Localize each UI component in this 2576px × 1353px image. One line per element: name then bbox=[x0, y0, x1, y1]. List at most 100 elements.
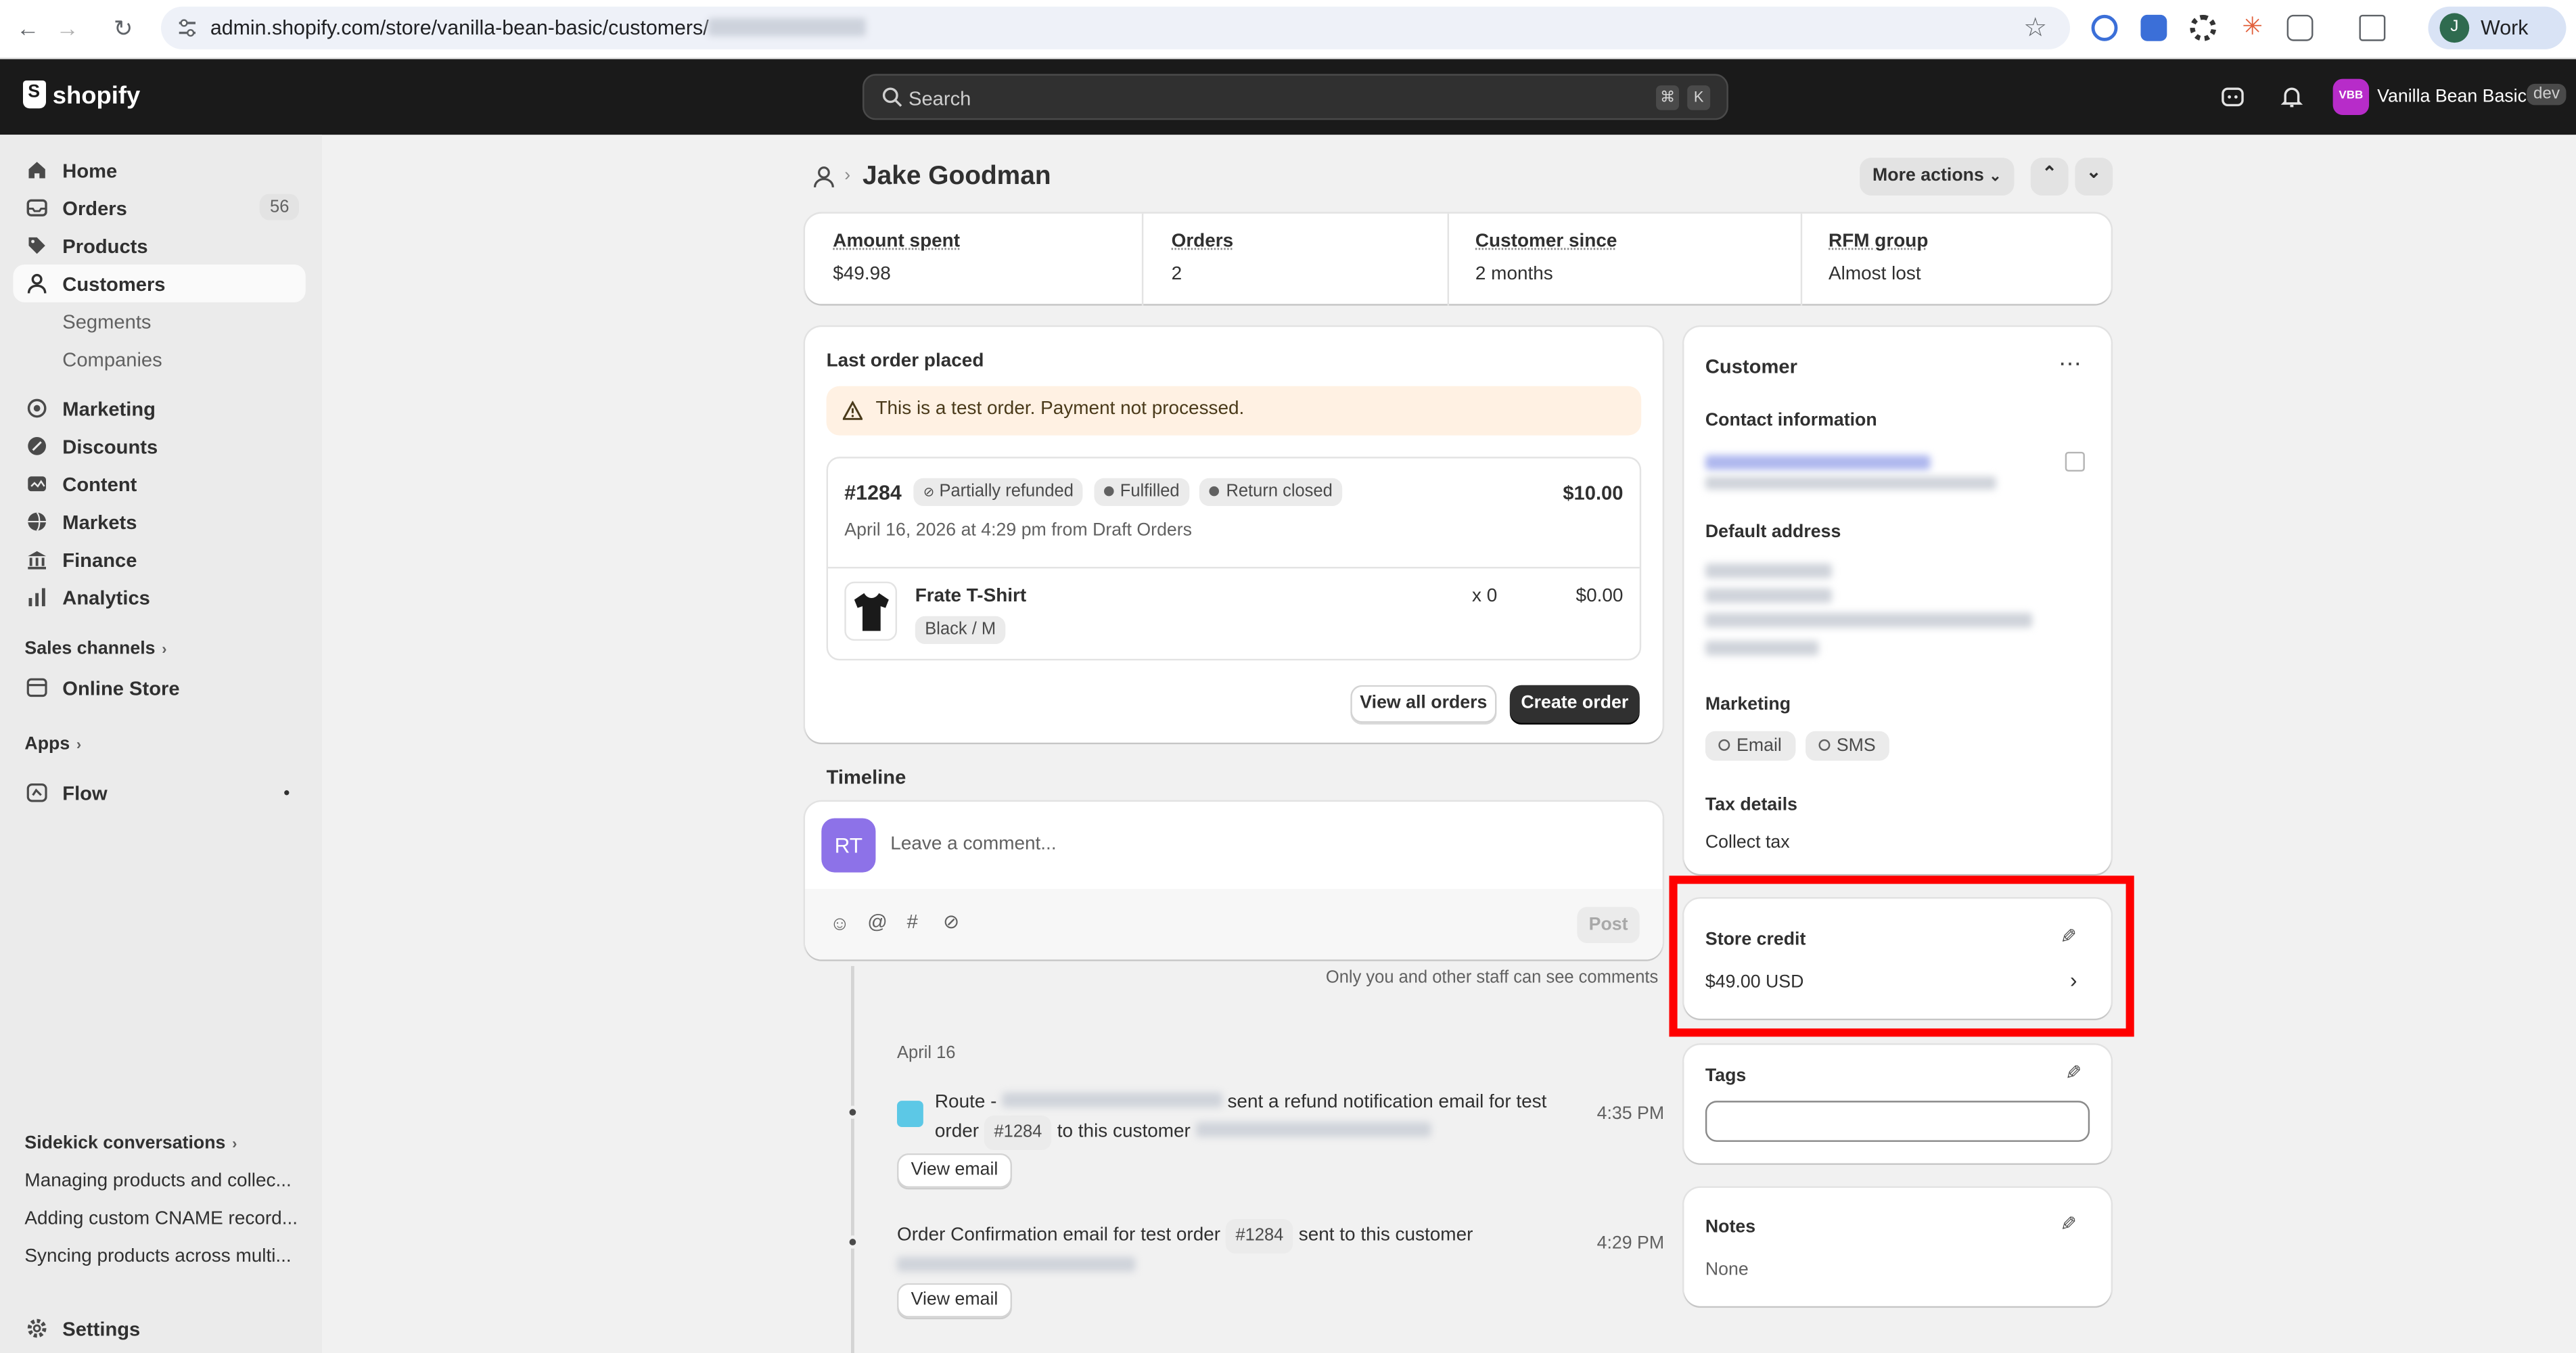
order-link-badge[interactable]: #1284 bbox=[984, 1116, 1052, 1150]
apps-heading[interactable]: Apps › bbox=[24, 735, 81, 754]
page-title: Jake Goodman bbox=[862, 162, 1051, 192]
sales-channels-heading[interactable]: Sales channels › bbox=[24, 639, 166, 659]
partially-refunded-badge: ⊘ Partially refunded bbox=[913, 478, 1083, 506]
chevron-down-icon: ⌄ bbox=[2086, 162, 2101, 182]
sidebar-item-customers[interactable]: Customers bbox=[13, 265, 305, 302]
tshirt-icon bbox=[852, 591, 890, 633]
conversation-item[interactable]: Managing products and collec... bbox=[24, 1172, 304, 1191]
reload-icon[interactable]: ↻ bbox=[108, 15, 138, 43]
shortcut-k: K bbox=[1687, 85, 1710, 110]
shortcut-cmd: ⌘ bbox=[1656, 85, 1679, 110]
view-email-button[interactable]: View email bbox=[897, 1153, 1012, 1188]
conversation-item[interactable]: Adding custom CNAME record... bbox=[24, 1209, 304, 1229]
more-horizontal-icon[interactable]: ⋯ bbox=[2058, 350, 2083, 377]
store-name[interactable]: Vanilla Bean Basic bbox=[2377, 87, 2527, 107]
shopify-logo[interactable]: shopify bbox=[23, 81, 140, 110]
sidebar-item-marketing[interactable]: Marketing bbox=[13, 390, 305, 428]
hashtag-icon[interactable]: # bbox=[907, 910, 918, 933]
spark-extension-icon[interactable]: ✳ bbox=[2239, 15, 2266, 41]
highlight-box bbox=[1669, 875, 2134, 1036]
gear-extension-icon[interactable] bbox=[2190, 15, 2216, 41]
extension-blue-icon[interactable] bbox=[2140, 15, 2167, 41]
staff-avatar: RT bbox=[821, 818, 875, 872]
tab-search-icon[interactable] bbox=[2359, 15, 2385, 41]
sidebar-item-discounts[interactable]: Discounts bbox=[13, 427, 305, 465]
order-total: $10.00 bbox=[1563, 482, 1623, 505]
previous-customer-button[interactable]: ⌃ bbox=[2031, 158, 2069, 196]
timeline-line bbox=[851, 966, 854, 1353]
sidebar-item-online-store[interactable]: Online Store bbox=[13, 668, 305, 706]
order-number-link[interactable]: #1284 bbox=[844, 482, 901, 505]
sidebar-item-finance[interactable]: Finance bbox=[13, 541, 305, 578]
sidebar-item-markets[interactable]: Markets bbox=[13, 503, 305, 541]
sidebar-item-products[interactable]: Products bbox=[13, 227, 305, 265]
sidebar-item-orders[interactable]: Orders 56 bbox=[13, 189, 305, 227]
mention-icon[interactable]: @ bbox=[867, 910, 888, 933]
gear-icon bbox=[26, 1318, 48, 1339]
sidebar-item-segments[interactable]: Segments bbox=[13, 302, 305, 340]
notification-bell-icon[interactable] bbox=[2278, 84, 2305, 110]
order-link-badge[interactable]: #1284 bbox=[1226, 1219, 1293, 1254]
sidebar-item-flow[interactable]: Flow bbox=[13, 774, 305, 812]
stat-divider bbox=[1448, 214, 1449, 306]
redacted-email[interactable] bbox=[1705, 455, 1931, 470]
redacted-address-line bbox=[1705, 613, 2032, 628]
bookmark-star-icon[interactable]: ☆ bbox=[2023, 12, 2047, 45]
profile-label: Work bbox=[2481, 16, 2528, 39]
stat-customer-since-label[interactable]: Customer since bbox=[1475, 231, 1617, 251]
bank-icon bbox=[26, 549, 48, 570]
sidebar-item-settings[interactable]: Settings bbox=[13, 1310, 305, 1348]
shopify-bag-icon bbox=[23, 81, 46, 108]
extensions-puzzle-icon[interactable] bbox=[2287, 15, 2314, 41]
sidebar-item-analytics[interactable]: Analytics bbox=[13, 578, 305, 616]
emoji-icon[interactable]: ☺ bbox=[829, 912, 850, 935]
next-customer-button[interactable]: ⌄ bbox=[2075, 158, 2113, 196]
comment-input[interactable]: Leave a comment... bbox=[890, 835, 1056, 854]
flow-indicator-dot bbox=[284, 790, 289, 795]
forward-icon[interactable]: → bbox=[53, 15, 83, 41]
timeline-dot bbox=[846, 1105, 859, 1118]
view-email-button[interactable]: View email bbox=[897, 1283, 1012, 1318]
conversation-item[interactable]: Syncing products across multi... bbox=[24, 1247, 304, 1266]
orders-count-badge: 56 bbox=[260, 194, 299, 221]
post-button[interactable]: Post bbox=[1577, 907, 1639, 943]
view-all-orders-button[interactable]: View all orders bbox=[1350, 685, 1496, 723]
search-input[interactable]: Search ⌘ K bbox=[862, 74, 1728, 120]
sidebar-item-companies[interactable]: Companies bbox=[13, 340, 305, 378]
line-item-price: $0.00 bbox=[1576, 587, 1624, 606]
tags-input[interactable] bbox=[1705, 1101, 2090, 1142]
edit-pencil-icon[interactable]: ✎ bbox=[2060, 1212, 2076, 1235]
attachment-icon[interactable]: ⊘ bbox=[943, 910, 959, 933]
order-summary-box: #1284 ⊘ Partially refunded Fulfilled Retu… bbox=[827, 457, 1642, 660]
notes-heading: Notes bbox=[1705, 1218, 1755, 1237]
route-app-icon bbox=[897, 1101, 923, 1127]
password-manager-icon[interactable] bbox=[2092, 15, 2118, 41]
test-order-banner: This is a test order. Payment not proces… bbox=[827, 386, 1642, 436]
discount-icon bbox=[26, 436, 48, 457]
profile-button[interactable]: J Work bbox=[2428, 7, 2566, 49]
address-bar[interactable]: admin.shopify.com/store/vanilla-bean-bas… bbox=[161, 7, 2070, 49]
stat-orders-label[interactable]: Orders bbox=[1172, 231, 1234, 251]
globe-icon bbox=[26, 511, 48, 532]
back-icon[interactable]: ← bbox=[13, 15, 43, 41]
comment-privacy-note: Only you and other staff can see comment… bbox=[1326, 967, 1658, 987]
site-settings-icon[interactable] bbox=[176, 16, 199, 39]
test-order-warning-text: This is a test order. Payment not proces… bbox=[875, 399, 1244, 419]
stat-rfm-label[interactable]: RFM group bbox=[1828, 231, 1928, 251]
warning-icon bbox=[843, 401, 862, 421]
sidekick-icon[interactable] bbox=[2220, 84, 2246, 110]
store-avatar[interactable]: VBB bbox=[2333, 79, 2369, 115]
copy-icon[interactable] bbox=[2065, 452, 2085, 472]
sidebar-item-content[interactable]: Content bbox=[13, 465, 305, 503]
sidebar-item-label: Marketing bbox=[62, 398, 156, 421]
redacted-address-line bbox=[1705, 564, 1832, 578]
stat-customer-since-value: 2 months bbox=[1475, 265, 1553, 284]
order-divider bbox=[828, 567, 1640, 568]
edit-pencil-icon[interactable]: ✎ bbox=[2065, 1061, 2082, 1084]
stat-amount-spent-label[interactable]: Amount spent bbox=[833, 231, 960, 251]
create-order-button[interactable]: Create order bbox=[1510, 685, 1640, 723]
sidebar-item-home[interactable]: Home bbox=[13, 151, 305, 189]
more-actions-button[interactable]: More actions ⌄ bbox=[1860, 158, 2014, 196]
sidekick-conversations-heading[interactable]: Sidekick conversations › bbox=[24, 1134, 237, 1153]
line-item-name[interactable]: Frate T-Shirt bbox=[915, 587, 1026, 606]
